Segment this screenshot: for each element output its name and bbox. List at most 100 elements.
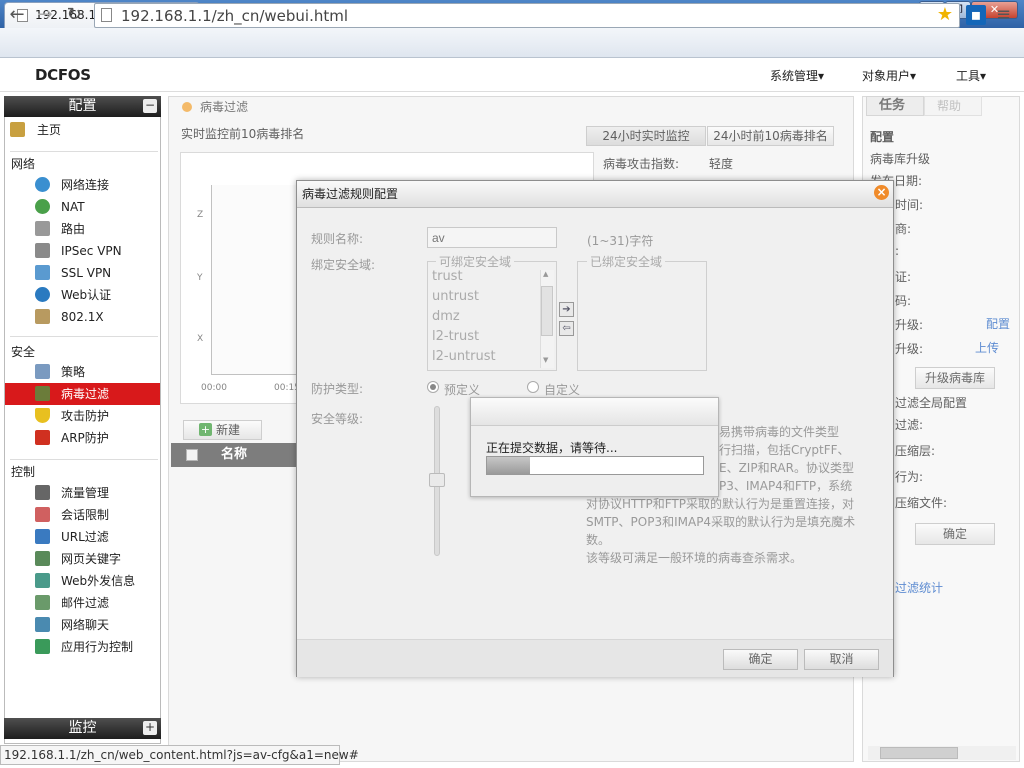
sidebar-item-nat[interactable]: NAT	[5, 196, 160, 218]
sidebar-item-label: 病毒过滤	[61, 387, 110, 401]
sidebar-item-label: ARP防护	[61, 431, 109, 445]
progress-message: 正在提交数据，请等待...	[486, 441, 618, 455]
sidebar-item-label: 网络聊天	[61, 618, 110, 632]
sidebar-item-policy[interactable]: 策略	[5, 361, 160, 383]
bookmark-star-icon[interactable]: ★	[937, 4, 953, 25]
sidebar-item-mail-filter[interactable]: 邮件过滤	[5, 592, 160, 614]
sidebar-item-ipsec-vpn[interactable]: IPSec VPN	[5, 240, 160, 262]
sidebar-item-8021x[interactable]: 802.1X	[5, 306, 160, 328]
sidebar-item-label: IPSec VPN	[61, 244, 122, 258]
sidebar-config-header[interactable]: 配置 −	[4, 96, 161, 117]
sidebar-item-home[interactable]: 主页	[5, 119, 160, 141]
custom-radio[interactable]	[527, 381, 539, 393]
zone-option[interactable]: l2-trust	[432, 329, 479, 344]
divider	[10, 151, 158, 152]
sidebar-section-network: 网络	[11, 157, 36, 171]
app-control-icon	[35, 639, 50, 654]
level-description: E、ZIP和RAR。协议类型	[719, 461, 854, 475]
vpn-icon	[35, 243, 50, 258]
security-level-handle[interactable]	[429, 473, 445, 487]
sidebar-monitor-title: 监控	[68, 720, 97, 736]
scroll-up-icon[interactable]: ▲	[543, 270, 548, 278]
dialog-cancel-button[interactable]: 取消	[804, 649, 879, 670]
chat-icon	[35, 617, 50, 632]
sidebar-section-security: 安全	[11, 345, 36, 359]
bound-zones-legend: 已绑定安全域	[587, 253, 666, 270]
back-arrow-icon[interactable]: ←	[6, 4, 28, 26]
menu-object-users[interactable]: 对象用户▾	[862, 67, 916, 84]
session-icon	[35, 507, 50, 522]
progress-bar-fill	[487, 457, 530, 474]
browser-toolbar	[0, 28, 1024, 58]
sidebar-item-label: SSL VPN	[61, 266, 112, 280]
sidebar-item-traffic-management[interactable]: 流量管理	[5, 482, 160, 504]
scroll-down-icon[interactable]: ▼	[543, 356, 548, 364]
sidebar-item-routing[interactable]: 路由	[5, 218, 160, 240]
page-icon	[101, 8, 112, 22]
remove-zone-arrow-icon[interactable]: ⇦	[559, 321, 574, 336]
level-description: 易携带病毒的文件类型	[719, 425, 840, 439]
zone-option[interactable]: untrust	[432, 289, 479, 304]
outbound-icon	[35, 573, 50, 588]
arp-icon	[35, 430, 50, 445]
sidebar-item-label: 邮件过滤	[61, 596, 110, 610]
zone-option[interactable]: l2-untrust	[432, 349, 496, 364]
sidebar-item-url-filter[interactable]: URL过滤	[5, 526, 160, 548]
8021x-icon	[35, 309, 50, 324]
menu-tools[interactable]: 工具▾	[956, 67, 986, 84]
preset-label: 预定义	[444, 383, 481, 397]
sidebar-item-label: 网络连接	[61, 178, 110, 192]
sidebar-monitor-header[interactable]: 监控 +	[4, 718, 161, 739]
browser-menu-icon[interactable]: ≡	[996, 4, 1011, 25]
rule-name-hint: (1~31)字符	[587, 234, 654, 248]
sidebar-item-web-outbound[interactable]: Web外发信息	[5, 570, 160, 592]
extension-icon[interactable]: ◼	[966, 5, 986, 25]
reload-icon[interactable]: ↻	[63, 4, 85, 26]
zone-option[interactable]: trust	[432, 269, 463, 284]
bind-zone-label: 绑定安全域:	[311, 258, 376, 272]
browser-status-bar: 192.168.1.1/zh_cn/web_content.html?js=av…	[0, 745, 359, 765]
level-description: 该等级可满足一般环境的病毒查杀需求。	[586, 551, 803, 565]
sidebar-item-label: 路由	[61, 222, 86, 236]
level-description: 数。	[586, 533, 611, 547]
mail-icon	[35, 595, 50, 610]
sidebar-item-virus-filter[interactable]: 病毒过滤	[5, 383, 160, 405]
sidebar-item-label: 攻击防护	[61, 409, 110, 423]
sidebar-item-web-auth[interactable]: Web认证	[5, 284, 160, 306]
dialog-ok-button[interactable]: 确定	[723, 649, 798, 670]
rule-name-input[interactable]	[427, 227, 557, 248]
address-bar[interactable]: 192.168.1.1/zh_cn/webui.html ★	[94, 3, 960, 28]
sidebar-item-web-keyword[interactable]: 网页关键字	[5, 548, 160, 570]
level-description: SMTP、POP3和IMAP4采取的默认行为是填充魔术	[586, 515, 856, 529]
panel-scroll-thumb[interactable]	[880, 747, 958, 759]
preset-radio[interactable]	[427, 381, 439, 393]
sidebar-item-app-behavior[interactable]: 应用行为控制	[5, 636, 160, 658]
sidebar-item-ssl-vpn[interactable]: SSL VPN	[5, 262, 160, 284]
traffic-icon	[35, 485, 50, 500]
sidebar-item-network-chat[interactable]: 网络聊天	[5, 614, 160, 636]
bound-zones-box	[577, 261, 707, 371]
dialog-close-icon[interactable]: ×	[874, 185, 889, 200]
sidebar-item-network-connection[interactable]: 网络连接	[5, 174, 160, 196]
dialog-title: 病毒过滤规则配置	[297, 181, 893, 208]
nat-icon	[35, 199, 50, 214]
router-icon	[35, 221, 50, 236]
expand-icon[interactable]: +	[143, 721, 157, 735]
level-description: 对协议HTTP和FTP采取的默认行为是重置连接，对	[586, 497, 854, 511]
available-zones-legend: 可绑定安全域	[436, 253, 515, 270]
divider	[10, 459, 158, 460]
globe-icon	[35, 177, 50, 192]
sidebar-item-arp-protection[interactable]: ARP防护	[5, 427, 160, 449]
virus-icon	[35, 386, 50, 401]
collapse-icon[interactable]: −	[143, 99, 157, 113]
keyword-icon	[35, 551, 50, 566]
url-icon	[35, 529, 50, 544]
add-zone-arrow-icon[interactable]: ➔	[559, 302, 574, 317]
address-text: 192.168.1.1/zh_cn/webui.html	[121, 7, 349, 25]
sidebar-item-session-limit[interactable]: 会话限制	[5, 504, 160, 526]
zone-option[interactable]: dmz	[432, 309, 460, 324]
sidebar-item-attack-protection[interactable]: 攻击防护	[5, 405, 160, 427]
forward-arrow-icon[interactable]: →	[34, 4, 56, 26]
menu-system-management[interactable]: 系统管理▾	[770, 67, 824, 84]
zone-list-scroll-thumb[interactable]	[541, 286, 553, 336]
